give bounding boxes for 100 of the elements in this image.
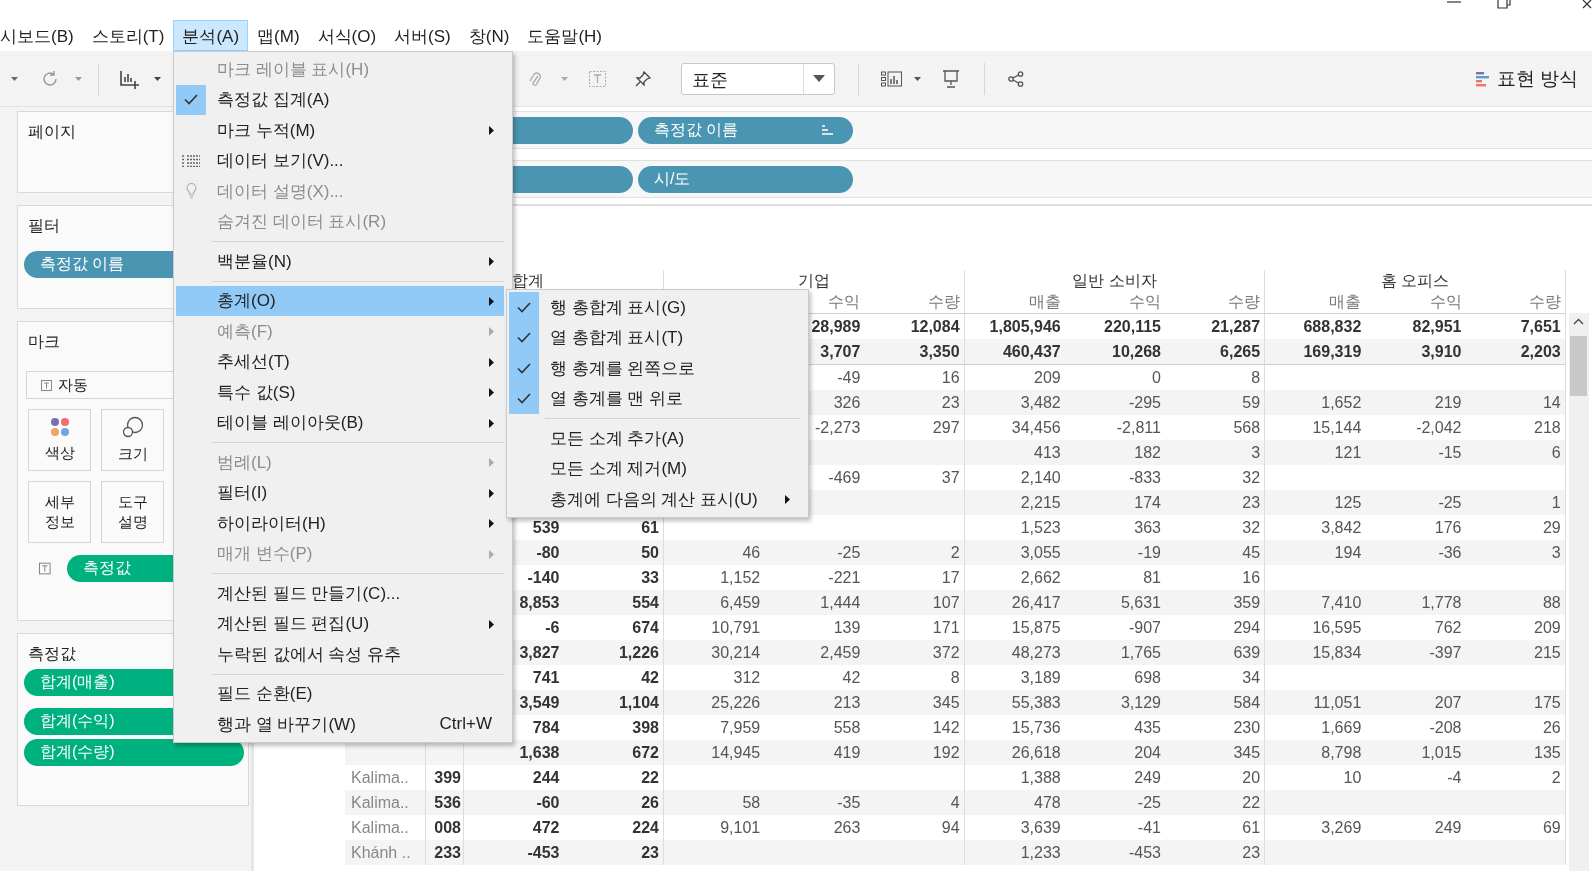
table-cell: 639 [1233, 644, 1261, 661]
table-cell: 16,595 [1312, 619, 1362, 636]
table-cell: 2 [1551, 769, 1561, 786]
table-cell: 568 [1233, 419, 1261, 436]
table-cell: 1,388 [1020, 769, 1061, 786]
table-cell: 213 [833, 694, 861, 711]
table-cell: 17 [941, 569, 960, 586]
table-cell: 2 [950, 544, 960, 561]
table-cell: 230 [1233, 719, 1261, 736]
table-cell: 3,055 [1020, 544, 1061, 561]
table-cell: 2,662 [1020, 569, 1061, 586]
table-cell: 26,618 [1011, 744, 1061, 761]
table-cell: 1,778 [1421, 594, 1462, 611]
table-cell: 23 [641, 844, 659, 861]
table-cell: -907 [1128, 619, 1161, 636]
table-cell: -833 [1128, 469, 1161, 486]
table-cell: 15,736 [1011, 719, 1061, 736]
table-cell: 174 [1134, 494, 1161, 511]
column-header: 매출 [1329, 293, 1362, 310]
table-cell: 32 [1242, 469, 1261, 486]
table-cell: 539 [532, 519, 560, 536]
table-cell: 584 [1233, 694, 1261, 711]
card-title: 측정값 [28, 644, 76, 664]
table-cell: 215 [1534, 644, 1561, 661]
table-cell: 1,669 [1321, 719, 1362, 736]
table-cell: 34 [1242, 669, 1261, 686]
table-cell: 16 [1242, 569, 1261, 586]
table-cell: 4 [950, 794, 960, 811]
row-header: Kalima.. [351, 794, 409, 811]
table-cell: -4 [1447, 769, 1462, 786]
table-cell: 55,383 [1011, 694, 1061, 711]
table-cell: 3,350 [919, 343, 960, 360]
table-cell: 244 [532, 769, 560, 786]
table-cell: 20 [1242, 769, 1261, 786]
table-cell: 37 [941, 469, 960, 486]
table-cell: -6 [545, 619, 560, 636]
table-cell: 3,269 [1321, 819, 1362, 836]
table-cell: 2,459 [820, 644, 861, 661]
table-cell: 7,410 [1321, 594, 1362, 611]
table-cell: 23 [1242, 494, 1261, 511]
table-cell: 14 [1542, 394, 1561, 411]
table-cell: 23 [941, 394, 960, 411]
table-cell: -36 [1438, 544, 1462, 561]
table-cell: 1,638 [519, 744, 560, 761]
table-cell: 107 [932, 594, 960, 611]
table-cell: 26 [1542, 719, 1561, 736]
table-cell: 9,101 [720, 819, 761, 836]
table-cell: 121 [1334, 444, 1362, 461]
column-group-header: 일반 소비자 [964, 270, 1266, 291]
table-cell: 25,226 [711, 694, 761, 711]
table-cell: 15,875 [1011, 619, 1061, 636]
table-cell: 3,639 [1020, 819, 1061, 836]
table-cell: 672 [632, 744, 659, 761]
table-cell: 10 [1343, 769, 1362, 786]
table-cell: 14,945 [711, 744, 761, 761]
table-cell: 26 [641, 794, 659, 811]
table-cell: 8 [950, 669, 960, 686]
table-cell: 558 [833, 719, 861, 736]
table-cell: 8,853 [519, 594, 560, 611]
row-code: 399 [434, 769, 461, 786]
table-cell: 3,827 [519, 644, 560, 661]
table-cell: 1,233 [1020, 844, 1061, 861]
table-cell: 6,265 [1220, 343, 1261, 360]
table-cell: 42 [641, 669, 659, 686]
table-cell: 61 [641, 519, 659, 536]
table-cell: -15 [1438, 444, 1462, 461]
row-header: Kalima.. [351, 769, 409, 786]
table-cell: 698 [1134, 669, 1161, 686]
column-group-header: 홈 오피스 [1265, 270, 1566, 291]
table-cell: -25 [1438, 494, 1462, 511]
table-cell: 0 [1152, 369, 1161, 386]
table-cell: 249 [1134, 769, 1161, 786]
table-cell: 784 [532, 719, 560, 736]
table-cell: 3,482 [1020, 394, 1061, 411]
table-cell: -453 [527, 844, 560, 861]
table-cell: 142 [932, 719, 960, 736]
table-cell: -2,273 [815, 419, 861, 436]
table-cell: 345 [932, 694, 960, 711]
table-cell: 472 [532, 819, 560, 836]
column-header: 수량 [927, 293, 960, 310]
table-cell: -2,811 [1116, 419, 1161, 436]
table-cell: 58 [742, 794, 761, 811]
table-cell: 45 [1242, 544, 1261, 561]
card-title: 필터 [28, 216, 60, 236]
table-cell: 12,084 [910, 318, 960, 335]
table-cell: 34,456 [1011, 419, 1061, 436]
table-cell: 10,791 [711, 619, 761, 636]
table-cell: 50 [641, 544, 659, 561]
table-cell: 294 [1233, 619, 1261, 636]
table-cell: 224 [632, 819, 659, 836]
table-cell: -295 [1128, 394, 1161, 411]
table-cell: 6 [1551, 444, 1561, 461]
table-cell: -80 [536, 544, 560, 561]
table-cell: 46 [742, 544, 761, 561]
table-cell: 21,287 [1211, 318, 1261, 335]
table-cell: 125 [1334, 494, 1362, 511]
table-cell: 15,834 [1312, 644, 1362, 661]
table-cell: 23 [1242, 844, 1261, 861]
table-cell: -41 [1137, 819, 1161, 836]
table-cell: 1,523 [1020, 519, 1061, 536]
